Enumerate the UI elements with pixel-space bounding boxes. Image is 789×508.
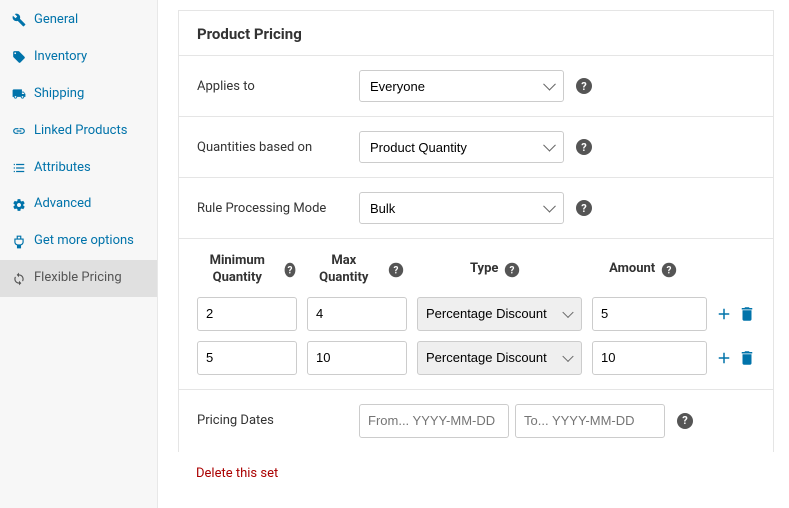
sidebar-item-inventory[interactable]: Inventory xyxy=(0,39,157,76)
processing-mode-select[interactable]: Bulk xyxy=(359,192,564,224)
header-amount: Amount xyxy=(609,261,655,278)
max-quantity-input[interactable] xyxy=(307,297,407,331)
sidebar-item-flexible-pricing[interactable]: Flexible Pricing xyxy=(0,260,157,297)
help-icon[interactable]: ? xyxy=(576,139,592,155)
applies-to-label: Applies to xyxy=(197,79,347,94)
wrench-icon xyxy=(12,13,26,27)
sidebar-item-label: Inventory xyxy=(34,49,87,66)
sidebar-item-advanced[interactable]: Advanced xyxy=(0,186,157,223)
sidebar-item-attributes[interactable]: Attributes xyxy=(0,150,157,187)
applies-to-select[interactable]: Everyone xyxy=(359,70,564,102)
main-content: Product Pricing Applies to Everyone ? Qu… xyxy=(158,0,789,508)
link-icon xyxy=(12,124,26,138)
page-title: Product Pricing xyxy=(179,11,773,56)
quantities-based-select[interactable]: Product Quantity xyxy=(359,131,564,163)
type-select[interactable]: Percentage Discount xyxy=(417,341,582,375)
date-from-input[interactable] xyxy=(359,404,509,438)
add-rule-icon[interactable] xyxy=(715,305,733,323)
delete-rule-icon[interactable] xyxy=(738,349,756,367)
refresh-icon xyxy=(12,272,26,286)
sidebar-item-label: Attributes xyxy=(34,160,91,177)
sidebar-item-get-more-options[interactable]: Get more options xyxy=(0,223,157,260)
sidebar-item-shipping[interactable]: Shipping xyxy=(0,76,157,113)
sidebar: General Inventory Shipping Linked Produc… xyxy=(0,0,158,508)
processing-mode-label: Rule Processing Mode xyxy=(197,201,347,216)
rule-row: Percentage Discount xyxy=(197,341,755,375)
plugin-icon xyxy=(12,235,26,249)
delete-rule-icon[interactable] xyxy=(738,305,756,323)
sidebar-item-label: Linked Products xyxy=(34,123,127,140)
help-icon[interactable]: ? xyxy=(677,413,693,429)
tag-icon xyxy=(12,50,26,64)
sidebar-item-label: General xyxy=(34,12,78,29)
help-icon[interactable]: ? xyxy=(284,263,295,277)
header-type: Type xyxy=(470,261,498,278)
min-quantity-input[interactable] xyxy=(197,297,297,331)
help-icon[interactable]: ? xyxy=(662,263,676,277)
min-quantity-input[interactable] xyxy=(197,341,297,375)
help-icon[interactable]: ? xyxy=(576,78,592,94)
header-max: Max Quantity xyxy=(305,253,382,287)
dates-label: Pricing Dates xyxy=(197,413,347,428)
max-quantity-input[interactable] xyxy=(307,341,407,375)
gear-icon xyxy=(12,198,26,212)
sidebar-item-general[interactable]: General xyxy=(0,2,157,39)
sidebar-item-label: Get more options xyxy=(34,233,134,250)
sidebar-item-label: Advanced xyxy=(34,196,91,213)
type-select[interactable]: Percentage Discount xyxy=(417,297,582,331)
delete-set-link[interactable]: Delete this set xyxy=(178,452,774,495)
help-icon[interactable]: ? xyxy=(576,200,592,216)
add-rule-icon[interactable] xyxy=(715,349,733,367)
help-icon[interactable]: ? xyxy=(389,263,403,277)
help-icon[interactable]: ? xyxy=(505,263,519,277)
date-to-input[interactable] xyxy=(515,404,665,438)
sidebar-item-label: Shipping xyxy=(34,86,84,103)
list-icon xyxy=(12,161,26,175)
amount-input[interactable] xyxy=(592,341,707,375)
header-min: Minimum Quantity xyxy=(197,253,278,287)
amount-input[interactable] xyxy=(592,297,707,331)
truck-icon xyxy=(12,87,26,101)
quantities-based-label: Quantities based on xyxy=(197,140,347,155)
sidebar-item-label: Flexible Pricing xyxy=(34,270,122,287)
sidebar-item-linked-products[interactable]: Linked Products xyxy=(0,113,157,150)
rule-row: Percentage Discount xyxy=(197,297,755,331)
